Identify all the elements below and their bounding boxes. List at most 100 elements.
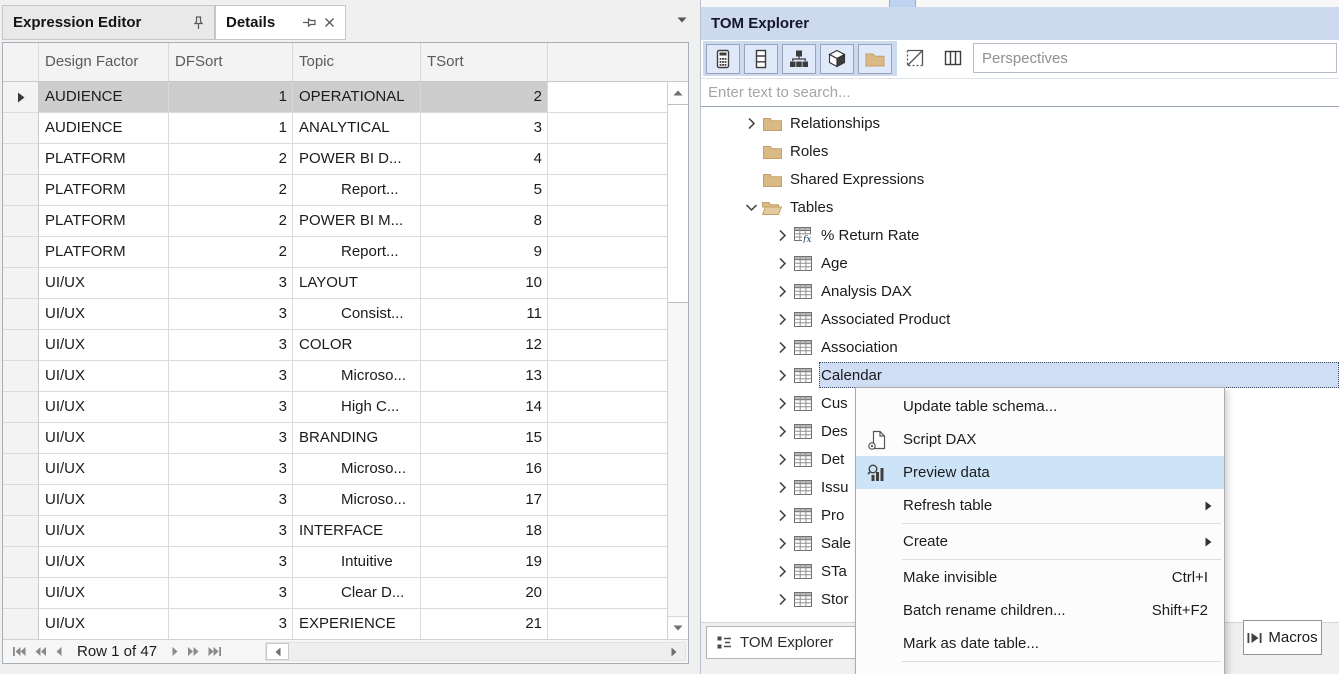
cell-topic[interactable]: Intuitive (293, 547, 421, 578)
cell-topic[interactable]: COLOR (293, 330, 421, 361)
chevron-right-icon[interactable] (774, 593, 790, 606)
cell-tsort[interactable]: 15 (421, 423, 548, 454)
grid-header-dfsort[interactable]: DFSort (169, 43, 293, 81)
cell-dfsort[interactable]: 1 (169, 113, 293, 144)
cell-design-factor[interactable]: UI/UX (39, 609, 169, 639)
chevron-right-icon[interactable] (774, 341, 790, 354)
horizontal-scrollbar[interactable] (265, 642, 686, 661)
nav-prev-icon[interactable] (55, 646, 63, 657)
chevron-right-icon[interactable] (774, 285, 790, 298)
scroll-down-button[interactable] (668, 616, 688, 639)
cell-dfsort[interactable]: 3 (169, 609, 293, 639)
cell-tsort[interactable]: 11 (421, 299, 548, 330)
toolbar-button-columns-list[interactable] (744, 44, 778, 74)
row-marker-cell[interactable] (3, 516, 39, 547)
chevron-right-icon[interactable] (774, 257, 790, 270)
cell-topic[interactable]: Microso... (293, 454, 421, 485)
row-marker-cell[interactable] (3, 330, 39, 361)
row-marker-cell[interactable] (3, 175, 39, 206)
search-input[interactable] (701, 78, 1339, 107)
chevron-right-icon[interactable] (774, 537, 790, 550)
row-marker-cell[interactable] (3, 237, 39, 268)
cell-design-factor[interactable]: PLATFORM (39, 237, 169, 268)
cell-tsort[interactable]: 9 (421, 237, 548, 268)
chevron-right-icon[interactable] (774, 369, 790, 382)
table-row[interactable]: UI/UX3INTERFACE18 (3, 516, 688, 547)
nav-prev-page-icon[interactable] (34, 646, 47, 657)
nav-first-icon[interactable] (12, 646, 26, 657)
cell-topic[interactable]: Clear D... (293, 578, 421, 609)
menu-item-make-invisible[interactable]: Make invisibleCtrl+I (856, 561, 1224, 594)
menu-item-batch-rename-children[interactable]: Batch rename children...Shift+F2 (856, 594, 1224, 627)
cell-topic[interactable]: EXPERIENCE (293, 609, 421, 639)
cell-design-factor[interactable]: AUDIENCE (39, 82, 169, 113)
cell-design-factor[interactable]: UI/UX (39, 454, 169, 485)
table-row[interactable]: AUDIENCE1OPERATIONAL2 (3, 82, 688, 113)
row-marker-cell[interactable] (3, 113, 39, 144)
table-row[interactable]: UI/UX3Microso...13 (3, 361, 688, 392)
tree-item-analysis-dax[interactable]: Analysis DAX (701, 277, 1339, 305)
cell-design-factor[interactable]: UI/UX (39, 578, 169, 609)
pin-vertical-icon[interactable] (193, 16, 204, 30)
menu-item-mark-as-date-table[interactable]: Mark as date table... (856, 627, 1224, 660)
cell-dfsort[interactable]: 2 (169, 237, 293, 268)
toolbar-button-display-folders[interactable] (858, 44, 892, 74)
pin-horizontal-icon[interactable] (302, 17, 316, 28)
row-marker-cell[interactable] (3, 82, 39, 113)
row-marker-cell[interactable] (3, 547, 39, 578)
menu-item-create[interactable]: Create (856, 525, 1224, 558)
cell-tsort[interactable]: 5 (421, 175, 548, 206)
cell-tsort[interactable]: 14 (421, 392, 548, 423)
toolbar-button-measures[interactable] (706, 44, 740, 74)
cell-dfsort[interactable]: 3 (169, 268, 293, 299)
row-marker-cell[interactable] (3, 361, 39, 392)
cell-tsort[interactable]: 8 (421, 206, 548, 237)
table-row[interactable]: AUDIENCE1ANALYTICAL3 (3, 113, 688, 144)
cell-tsort[interactable]: 20 (421, 578, 548, 609)
cell-tsort[interactable]: 3 (421, 113, 548, 144)
cell-topic[interactable]: LAYOUT (293, 268, 421, 299)
cell-dfsort[interactable]: 3 (169, 299, 293, 330)
cell-tsort[interactable]: 18 (421, 516, 548, 547)
grid-header-tsort[interactable]: TSort (421, 43, 548, 81)
cell-topic[interactable]: High C... (293, 392, 421, 423)
tree-item-age[interactable]: Age (701, 249, 1339, 277)
cell-dfsort[interactable]: 3 (169, 485, 293, 516)
cell-design-factor[interactable]: PLATFORM (39, 144, 169, 175)
cell-topic[interactable]: ANALYTICAL (293, 113, 421, 144)
grid-header-marker[interactable] (3, 43, 39, 81)
cell-topic[interactable]: Microso... (293, 361, 421, 392)
row-marker-cell[interactable] (3, 609, 39, 639)
tree-item-shared-expressions[interactable]: Shared Expressions (701, 165, 1339, 193)
cell-dfsort[interactable]: 3 (169, 392, 293, 423)
table-row[interactable]: UI/UX3LAYOUT10 (3, 268, 688, 299)
chevron-right-icon[interactable] (774, 565, 790, 578)
cell-design-factor[interactable]: UI/UX (39, 516, 169, 547)
cell-design-factor[interactable]: UI/UX (39, 485, 169, 516)
cell-dfsort[interactable]: 3 (169, 547, 293, 578)
row-marker-cell[interactable] (3, 206, 39, 237)
table-row[interactable]: PLATFORM2Report...5 (3, 175, 688, 206)
chevron-right-icon[interactable] (774, 453, 790, 466)
cell-dfsort[interactable]: 3 (169, 361, 293, 392)
tab-details[interactable]: Details (215, 5, 346, 40)
grid-header-design-factor[interactable]: Design Factor (39, 43, 169, 81)
chevron-right-icon[interactable] (774, 509, 790, 522)
close-icon[interactable] (324, 17, 335, 28)
toolbar-button-show-hidden[interactable] (899, 43, 931, 73)
toolbar-button-partition-columns[interactable] (937, 43, 969, 73)
cell-tsort[interactable]: 10 (421, 268, 548, 299)
cell-dfsort[interactable]: 3 (169, 423, 293, 454)
cell-tsort[interactable]: 21 (421, 609, 548, 639)
macros-button[interactable]: Macros (1243, 620, 1322, 655)
tree-item-roles[interactable]: Roles (701, 137, 1339, 165)
tree-item-return-rate[interactable]: fx% Return Rate (701, 221, 1339, 249)
cell-topic[interactable]: Report... (293, 175, 421, 206)
table-row[interactable]: UI/UX3COLOR12 (3, 330, 688, 361)
vertical-scrollbar[interactable] (667, 82, 688, 639)
table-row[interactable]: UI/UX3Clear D...20 (3, 578, 688, 609)
chevron-right-icon[interactable] (774, 425, 790, 438)
row-marker-cell[interactable] (3, 454, 39, 485)
chevron-right-icon[interactable] (743, 117, 759, 130)
table-row[interactable]: UI/UX3BRANDING15 (3, 423, 688, 454)
